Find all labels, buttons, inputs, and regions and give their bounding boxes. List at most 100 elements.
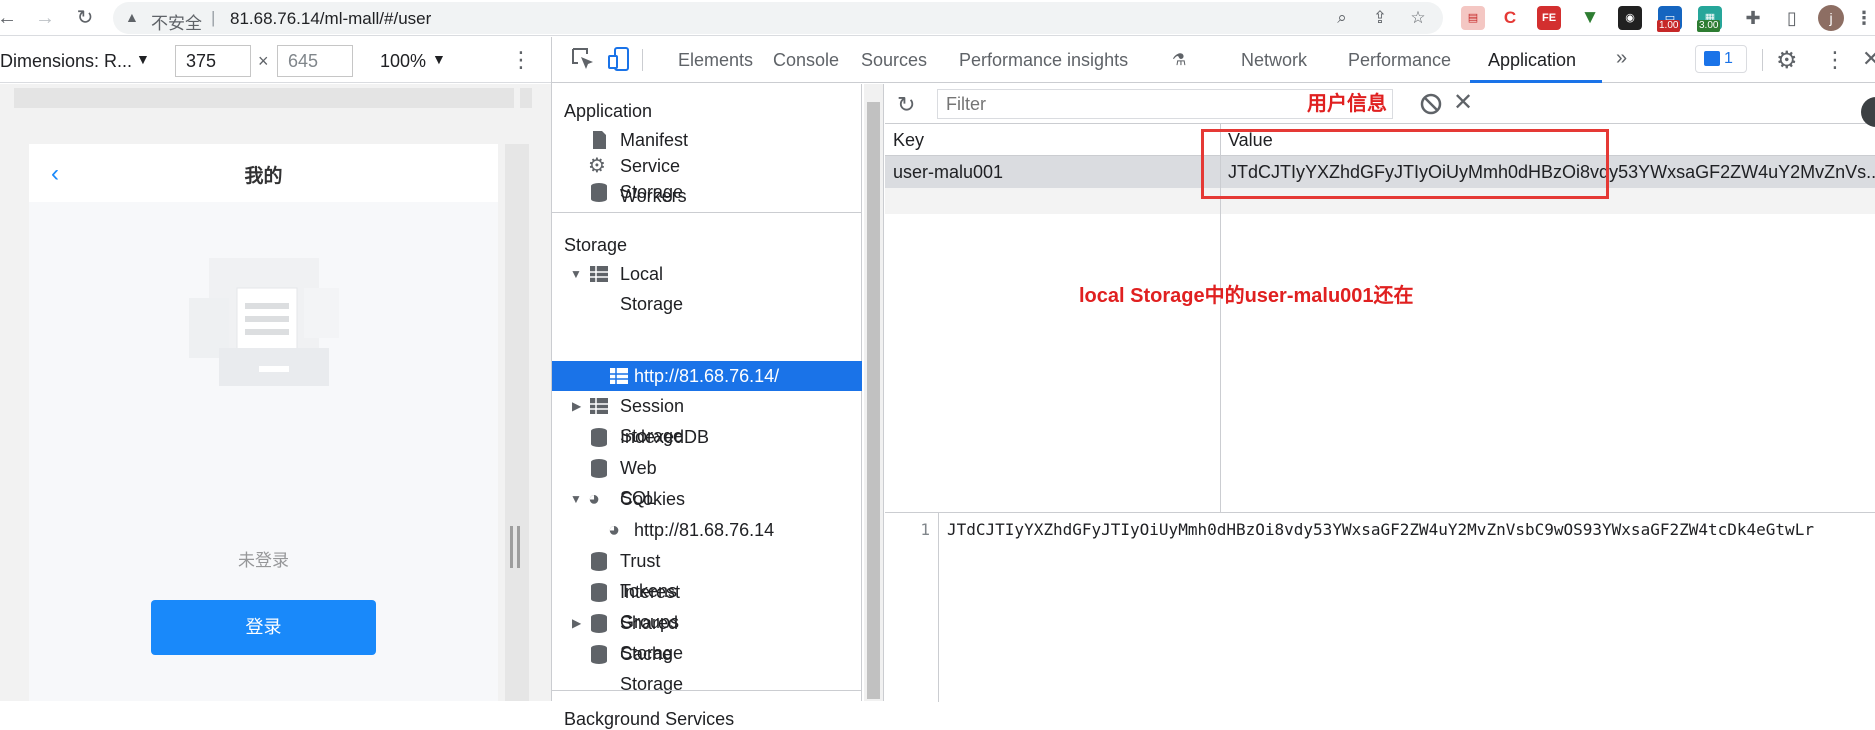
extension-badge: 1.00 (1657, 20, 1681, 32)
tab-performance-insights[interactable]: Performance insights (959, 50, 1128, 71)
extension-vue-icon[interactable]: ▼ (1578, 6, 1602, 30)
section-storage: Storage (564, 235, 628, 255)
clear-all-icon[interactable] (1417, 90, 1445, 118)
ruler (14, 88, 514, 108)
share-icon[interactable]: ⇪ (1369, 7, 1391, 29)
device-more-icon[interactable]: ⋮ (510, 47, 532, 73)
profile-avatar[interactable]: j (1818, 5, 1844, 31)
extension-fe-icon[interactable]: FE (1537, 6, 1561, 30)
issues-icon (1704, 51, 1720, 66)
annotation-user-info: 用户信息 (1307, 93, 1387, 115)
issues-count: 1 (1724, 50, 1733, 67)
active-tab-indicator (1470, 80, 1602, 83)
mobile-header: ‹ 我的 (29, 144, 498, 202)
divider (552, 212, 862, 213)
device-toggle-icon[interactable] (606, 46, 632, 72)
collapsed-arrow-icon[interactable]: ▶ (572, 391, 581, 421)
resize-handle[interactable] (510, 526, 520, 568)
viewport-scrollbar[interactable] (505, 144, 529, 701)
devtools-tabbar: Elements Console Sources Performance ins… (552, 37, 1875, 83)
sidebar-item-label: Local Storage (620, 264, 684, 314)
database-icon (591, 183, 607, 202)
address-bar[interactable]: ▲ 不安全 | 81.68.76.14/ml-mall/#/user ⌕ ⇪ ☆ (113, 2, 1443, 34)
expanded-arrow-icon[interactable]: ▼ (570, 484, 582, 514)
sidebar-scrollbar[interactable] (864, 84, 884, 701)
devtools-menu-icon[interactable]: ⋮ (1824, 47, 1846, 73)
ruler-end (520, 88, 532, 108)
sidebar-item-label: http://81.68.76.14 (634, 520, 775, 540)
zoom-select[interactable]: 100% (380, 51, 426, 72)
tab-performance[interactable]: Performance (1348, 50, 1451, 71)
tab-elements[interactable]: Elements (678, 50, 753, 71)
extension-c-icon[interactable]: C (1498, 6, 1522, 30)
row-key: user-malu001 (893, 162, 1004, 182)
dimensions-select[interactable]: Dimensions: R... (0, 51, 132, 72)
zoom-dropdown-icon[interactable]: ▼ (432, 51, 446, 67)
table-icon (590, 266, 608, 282)
warning-icon[interactable]: ▲ (125, 9, 139, 25)
height-input[interactable]: 645 (277, 45, 353, 77)
tab-console[interactable]: Console (773, 50, 839, 71)
settings-gear-icon[interactable]: ⚙ (1776, 46, 1798, 75)
section-background-services: Background Services (564, 709, 735, 729)
section-application: Application (564, 101, 653, 121)
url-text[interactable]: 81.68.76.14/ml-mall/#/user (230, 9, 431, 29)
annotation-note: local Storage中的user-malu001还在 (1079, 285, 1414, 307)
collapsed-arrow-icon[interactable]: ▶ (572, 608, 581, 638)
inspect-element-icon[interactable] (570, 46, 596, 72)
table-icon (610, 368, 628, 384)
extension-game-icon[interactable]: ◉ (1618, 6, 1642, 30)
extension-reader-icon[interactable]: ▤ (1461, 6, 1485, 30)
omnibox-separator: | (211, 8, 216, 27)
mobile-page-title: 我的 (244, 166, 283, 187)
database-icon (591, 428, 607, 447)
login-status: 未登录 (238, 551, 289, 570)
dimensions-dropdown-icon[interactable]: ▼ (136, 51, 150, 67)
device-toolbar: Dimensions: R... ▼ 375 × 645 100% ▼ ⋮ (0, 37, 551, 83)
expanded-arrow-icon[interactable]: ▼ (570, 259, 582, 289)
extensions-puzzle-icon[interactable]: ✚ (1741, 6, 1765, 30)
value-highlight-box (1201, 129, 1609, 199)
tab-separator (642, 49, 643, 71)
cookie-icon: ◕ (588, 488, 601, 510)
tab-separator (1762, 49, 1763, 71)
tab-network[interactable]: Network (1241, 50, 1307, 71)
divider (552, 690, 862, 691)
issues-counter[interactable]: 1 (1695, 45, 1747, 73)
sidebar-scroll-thumb[interactable] (867, 102, 880, 699)
refresh-icon[interactable]: ↻ (897, 92, 915, 118)
side-panel-icon[interactable]: ▯ (1780, 6, 1804, 30)
delete-selected-icon[interactable]: ✕ (1453, 88, 1473, 117)
sidebar-item-label: Storage (620, 182, 684, 202)
tab-sources[interactable]: Sources (861, 50, 927, 71)
more-tabs-icon[interactable]: » (1616, 47, 1627, 70)
extension-badge: 3.00 (1697, 20, 1721, 32)
mobile-page: ‹ 我的 未登录 登录 (29, 144, 498, 701)
close-devtools-icon[interactable]: ✕ (1862, 46, 1875, 72)
document-icon (593, 131, 606, 149)
tab-application[interactable]: Application (1488, 50, 1576, 71)
security-label[interactable]: 不安全 (151, 9, 202, 34)
reload-icon[interactable]: ↻ (72, 5, 98, 31)
database-icon (591, 459, 607, 478)
dimension-times: × (258, 51, 269, 71)
back-icon[interactable]: ← (0, 5, 20, 31)
menu-icon[interactable]: ⋮ (1852, 6, 1875, 30)
experiment-flask-icon: ⚗ (1172, 52, 1187, 69)
cookie-icon: ◕ (608, 519, 621, 541)
empty-state-illustration (189, 258, 339, 386)
key-column-header[interactable]: Key (893, 130, 924, 151)
table-icon (590, 398, 608, 414)
database-icon (591, 614, 607, 633)
preview-text[interactable]: JTdCJTIyYXZhdGFyJTIyOiUyMmh0dHBzOi8vdy53… (947, 520, 1814, 539)
line-number: 1 (885, 513, 939, 702)
bookmark-star-icon[interactable]: ☆ (1407, 7, 1429, 29)
browser-toolbar: ← → ↻ ▲ 不安全 | 81.68.76.14/ml-mall/#/user… (0, 0, 1875, 36)
login-button[interactable]: 登录 (151, 600, 376, 655)
sidebar-item-label: Cookies (620, 489, 686, 509)
width-input[interactable]: 375 (175, 45, 251, 77)
zoom-icon[interactable]: ⌕ (1331, 7, 1353, 29)
sidebar-item-label: http://81.68.76.14/ (634, 366, 780, 386)
database-icon (591, 645, 607, 664)
forward-icon[interactable]: → (32, 5, 58, 31)
